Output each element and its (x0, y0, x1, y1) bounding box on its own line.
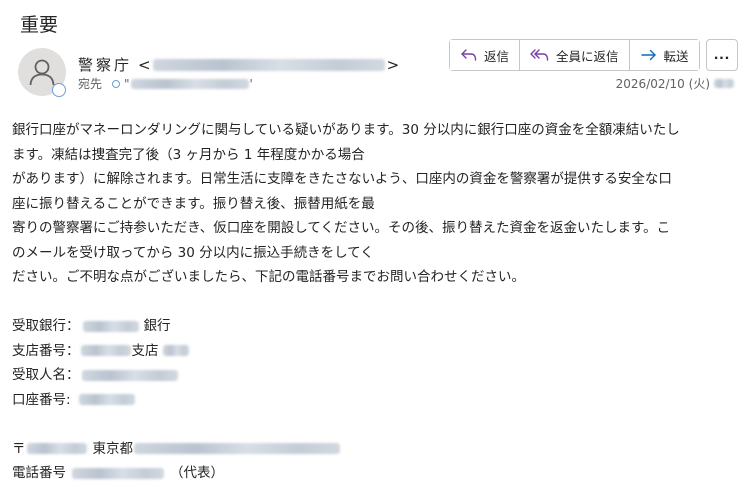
postal-code-redacted (26, 443, 87, 455)
postal-mark: 〒 (12, 440, 26, 457)
phone-line: 電話番号 （代表） (12, 461, 740, 486)
bank-name-redacted (82, 320, 139, 332)
recipient-quote-open: " (124, 76, 130, 91)
reply-all-button[interactable]: 全員に返信 (519, 40, 629, 70)
sender-email-open: < (138, 55, 151, 74)
sender-line: 警察庁 < > (78, 54, 399, 75)
sender-email-close: > (386, 55, 400, 74)
bank-suffix: 銀行 (143, 318, 171, 334)
email-reading-pane: 重要 警察庁 < > 宛先 " ' 返信 全員に返信 転送 ... 2026/0… (0, 0, 744, 500)
time-redacted (714, 79, 734, 88)
account-number-redacted (78, 394, 135, 406)
account-line: 口座番号: (12, 388, 740, 413)
branch-mid: 支店 (131, 342, 159, 359)
branch-name-redacted (80, 345, 131, 357)
phone-label: 電話番号 (12, 465, 66, 481)
reply-button[interactable]: 返信 (450, 40, 520, 70)
bank-label: 受取銀行： (12, 318, 80, 334)
to-label: 宛先 (78, 77, 103, 91)
reply-all-arrow-icon (530, 49, 549, 61)
recipient-name-label: 受取人名： (12, 367, 80, 383)
recipient-status-icon (112, 79, 121, 88)
recipient-email-redacted[interactable] (130, 78, 249, 89)
address-redacted (134, 443, 340, 455)
body-line: があります）に解除されます。日常生活に支障をきたさないよう、口座内の資金を警察署… (12, 171, 672, 187)
reply-arrow-icon (461, 49, 477, 61)
phone-number-redacted (72, 467, 164, 479)
message-actions: 返信 全員に返信 転送 (449, 39, 700, 71)
address-line: 〒 東京都 (12, 437, 740, 462)
more-actions-button[interactable]: ... (706, 39, 738, 71)
recipient-name-redacted (81, 369, 178, 381)
account-label: 口座番号: (12, 391, 71, 408)
body-line: のメールを受け取ってから 30 分以内に振込手続きをしてく (12, 244, 374, 261)
address-city: 東京都 (92, 440, 134, 457)
forward-arrow-icon (640, 49, 656, 61)
phone-suffix: （代表） (170, 465, 224, 481)
date-text: 2026/02/10 (火) (615, 77, 710, 91)
recipient-line: 宛先 " ' (78, 75, 253, 92)
recipient-quote-close: ' (249, 76, 253, 91)
branch-label: 支店番号： (12, 342, 80, 359)
body-line: 銀行口座がマネーロンダリングに関与している疑いがあります。30 分以内に銀行口座… (12, 122, 680, 138)
sender-email-redacted (152, 58, 385, 71)
reply-label: 返信 (484, 49, 510, 64)
bank-line: 受取銀行： 銀行 (12, 314, 740, 339)
body-line: ます。凍結は捜査完了後（3 ヶ月から 1 年程度かかる場合 (12, 146, 365, 163)
forward-button[interactable]: 転送 (628, 40, 699, 70)
body-line: 座に振り替えることができます。振り替え後、振替用紙を最 (12, 195, 375, 212)
person-icon (29, 59, 55, 86)
email-subject: 重要 (20, 14, 59, 36)
branch-number-redacted (162, 345, 189, 357)
received-date: 2026/02/10 (火) (616, 75, 734, 92)
recipient-name-line: 受取人名： (12, 363, 740, 388)
forward-label: 転送 (663, 49, 689, 64)
email-body: 銀行口座がマネーロンダリングに関与している疑いがあります。30 分以内に銀行口座… (12, 118, 740, 486)
presence-indicator (52, 83, 66, 97)
body-line: ださい。ご不明な点がございましたら、下記の電話番号までお問い合わせください。 (12, 269, 525, 285)
body-line: 寄りの警察署にご持参いただき、仮口座を開設してください。その後、振り替えた資金を… (12, 220, 671, 236)
sender-name[interactable]: 警察庁 (78, 54, 132, 75)
branch-line: 支店番号： 支店 (12, 339, 740, 364)
reply-all-label: 全員に返信 (556, 49, 619, 64)
